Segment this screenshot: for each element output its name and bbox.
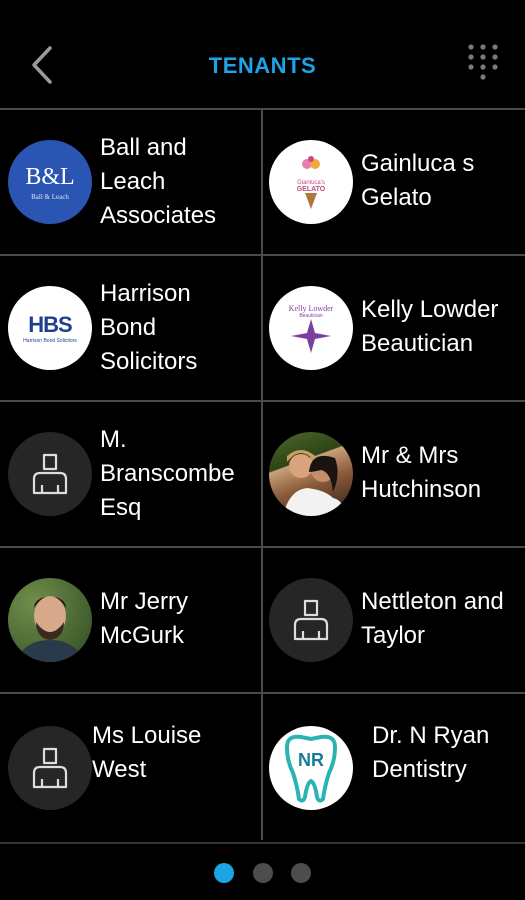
- ball-leach-logo-sub: Ball & Leach: [31, 192, 69, 201]
- tenant-name: Ball and Leach Associates: [100, 131, 216, 233]
- tenant-name-line: Leach: [100, 168, 166, 195]
- tenant-name-line: Taylor: [361, 622, 426, 649]
- grid-divider-vertical: [261, 110, 263, 840]
- tenant-name-line: Ms Louise: [92, 722, 202, 749]
- tenant-name-line: Ball and: [100, 134, 187, 161]
- tenant-card-ball-leach[interactable]: B&L Ball & Leach Ball and Leach Associat…: [0, 110, 262, 255]
- tenant-name-line: Mr Jerry: [100, 588, 188, 615]
- kelly-lowder-logo-text: Kelly Lowder: [288, 303, 334, 313]
- tenant-name-line: Solicitors: [100, 348, 198, 375]
- grid-divider: [0, 254, 525, 256]
- tenant-name-line: Beautician: [361, 330, 474, 357]
- tooth-icon: NR: [284, 734, 338, 803]
- tenant-name-line: Dentistry: [372, 756, 467, 783]
- ball-leach-logo-text: B&L: [25, 163, 75, 190]
- tenant-name-line: Bond: [100, 314, 157, 341]
- tenant-card-hutchinson[interactable]: Mr & Mrs Hutchinson: [263, 402, 525, 547]
- tenant-grid: B&L Ball & Leach Ball and Leach Associat…: [0, 108, 525, 840]
- tenant-card-ryan-dentistry[interactable]: NR Dr. N Ryan Dentistry: [263, 694, 525, 839]
- page-dot[interactable]: [291, 863, 311, 883]
- avatar: [8, 578, 92, 662]
- grid-dots-icon: [468, 44, 498, 80]
- tenant-name: Harrison Bond Solicitors: [100, 277, 197, 379]
- tenant-name-line: M.: [100, 426, 127, 453]
- tenant-name: Mr Jerry McGurk: [100, 585, 188, 653]
- tenant-card-gelato[interactable]: Gianluca's GELATO Gainluca s Gelato: [263, 110, 525, 255]
- page-dot[interactable]: [253, 863, 273, 883]
- tenant-card-jerry-mcgurk[interactable]: Mr Jerry McGurk: [0, 548, 262, 693]
- tenant-card-nettleton-taylor[interactable]: Nettleton and Taylor: [263, 548, 525, 693]
- grid-divider: [0, 546, 525, 548]
- tenant-name-line: Nettleton and: [361, 588, 504, 615]
- tenant-name-line: Gelato: [361, 184, 432, 211]
- person-icon: [32, 453, 68, 495]
- avatar: [8, 432, 92, 516]
- tenant-name: M. Branscombe Esq: [100, 423, 235, 525]
- tenant-name-line: Dr. N Ryan: [372, 722, 490, 749]
- man-photo-icon: [16, 596, 84, 662]
- tenant-card-kelly-lowder[interactable]: Kelly Lowder Beautician Kelly Lowder Bea…: [263, 256, 525, 401]
- tenant-name-line: Esq: [100, 494, 142, 521]
- menu-button[interactable]: [462, 40, 504, 86]
- tenant-name-line: West: [92, 756, 147, 783]
- tenant-name-line: Associates: [100, 202, 217, 229]
- ice-cream-icon: [302, 155, 320, 169]
- cone-icon: [305, 192, 317, 209]
- tenant-name: Ms Louise West: [92, 719, 201, 787]
- page-title: TENANTS: [208, 53, 317, 78]
- tenant-name-line: Harrison: [100, 280, 191, 307]
- dentistry-logo: NR: [269, 726, 353, 810]
- tenant-card-harrison-bond[interactable]: HBS Harrison Bond Solicitors Harrison Bo…: [0, 256, 262, 401]
- tenant-card-louise-west[interactable]: Ms Louise West: [0, 694, 262, 839]
- ball-leach-logo: B&L Ball & Leach: [8, 140, 92, 224]
- person-icon: [293, 599, 329, 641]
- page-dot-active[interactable]: [214, 863, 234, 883]
- tenant-name-line: Branscombe: [100, 460, 235, 487]
- tenant-name-line: McGurk: [100, 622, 184, 649]
- page-indicator: [0, 842, 525, 900]
- avatar: [8, 726, 92, 810]
- kelly-lowder-logo: Kelly Lowder Beautician: [269, 286, 353, 370]
- hbs-logo: HBS Harrison Bond Solicitors: [8, 286, 92, 370]
- tenant-card-m-branscombe[interactable]: M. Branscombe Esq: [0, 402, 262, 547]
- gelato-logo: Gianluca's GELATO: [269, 140, 353, 224]
- tenant-name: Nettleton and Taylor: [361, 585, 504, 653]
- tenant-name: Dr. N Ryan Dentistry: [372, 719, 489, 787]
- tenant-name-line: Gainluca s: [361, 150, 475, 177]
- sparkle-icon: [291, 318, 331, 353]
- grid-divider: [0, 692, 525, 694]
- dentistry-logo-text: NR: [298, 750, 324, 770]
- avatar: [269, 432, 353, 516]
- hbs-logo-text: HBS: [28, 312, 72, 337]
- avatar: [269, 578, 353, 662]
- hbs-logo-sub: Harrison Bond Solicitors: [23, 338, 77, 344]
- tenant-name-line: Kelly Lowder: [361, 296, 499, 323]
- person-icon: [32, 747, 68, 789]
- couple-photo-icon: [283, 450, 347, 516]
- app-header: TENANTS: [0, 0, 525, 110]
- tenant-name-line: Mr & Mrs: [361, 442, 459, 469]
- tenant-name: Mr & Mrs Hutchinson: [361, 439, 481, 507]
- tenant-name: Gainluca s Gelato: [361, 147, 474, 215]
- grid-divider: [0, 400, 525, 402]
- tenant-name-line: Hutchinson: [361, 476, 482, 503]
- tenant-name: Kelly Lowder Beautician: [361, 293, 498, 361]
- gelato-logo-text: GELATO: [296, 185, 326, 193]
